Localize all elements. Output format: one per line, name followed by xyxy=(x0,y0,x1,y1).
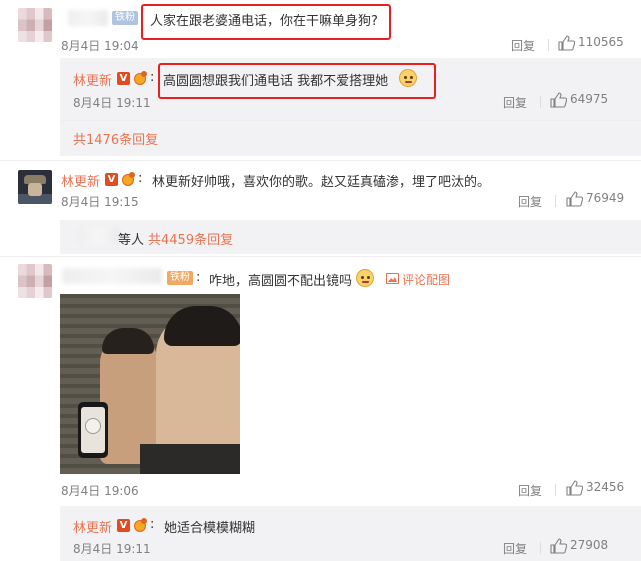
fan-badge: 铁粉 xyxy=(112,11,138,25)
like-button[interactable]: 76949 xyxy=(566,191,641,209)
reply-button[interactable]: 回复 xyxy=(503,94,527,111)
comment-photo[interactable] xyxy=(60,294,240,474)
like-count: 110565 xyxy=(578,35,624,49)
more-replies-link[interactable]: 共4459条回复 xyxy=(148,229,233,248)
reply-time: 8月4日 19:11 xyxy=(73,542,151,556)
more-replies-link[interactable]: 共1476条回复 xyxy=(73,129,158,148)
divider xyxy=(0,256,641,257)
reply-button[interactable]: 回复 xyxy=(518,193,542,210)
verified-badge: V xyxy=(117,72,130,85)
comment-text: 咋地，高圆圆不配出镜吗 xyxy=(209,274,353,289)
fan-badge: 铁粉 xyxy=(167,271,193,285)
verified-badge: V xyxy=(105,173,118,186)
like-button[interactable]: 27908 xyxy=(550,538,630,556)
divider xyxy=(540,542,541,554)
reply-button[interactable]: 回复 xyxy=(503,540,527,557)
vip-icon xyxy=(121,172,135,186)
vip-icon xyxy=(133,71,147,85)
comment-colon: : xyxy=(138,171,143,186)
thumbs-up-icon xyxy=(566,191,583,207)
like-button[interactable]: 110565 xyxy=(558,35,638,53)
reply-username[interactable]: 林更新 xyxy=(73,517,112,536)
vip-icon xyxy=(133,518,147,532)
reply-time: 8月4日 19:11 xyxy=(73,96,151,110)
like-count: 32456 xyxy=(586,480,625,494)
divider xyxy=(555,484,556,496)
like-button[interactable]: 32456 xyxy=(566,480,641,498)
username-blurred[interactable] xyxy=(68,10,108,26)
thumbs-up-icon xyxy=(550,92,567,108)
like-count: 76949 xyxy=(586,191,625,205)
comment-picture-link[interactable]: 评论配图 xyxy=(402,271,450,288)
divider xyxy=(548,39,549,51)
divider xyxy=(0,160,641,161)
comment-time: 8月4日 19:15 xyxy=(61,195,139,209)
avatar[interactable] xyxy=(18,8,52,42)
comment-colon: : xyxy=(196,270,201,285)
comment-time: 8月4日 19:04 xyxy=(61,39,139,53)
divider xyxy=(540,96,541,108)
reply-users-suffix: 等人 xyxy=(118,233,145,248)
reply-button[interactable]: 回复 xyxy=(518,482,542,499)
like-count: 27908 xyxy=(570,538,609,552)
reply-username[interactable]: 林更新 xyxy=(73,70,112,89)
highlight-box xyxy=(141,4,391,40)
verified-badge: V xyxy=(117,519,130,532)
highlight-box xyxy=(158,63,436,99)
reply-button[interactable]: 回复 xyxy=(511,37,535,54)
like-count: 64975 xyxy=(570,92,609,106)
comment-text: 林更新好帅哦，喜欢你的歌。赵又廷真磕渗，埋了吧汰的。 xyxy=(152,175,491,190)
thumbs-up-icon xyxy=(566,480,583,496)
avatar[interactable] xyxy=(18,264,52,298)
thumbs-up-icon xyxy=(550,538,567,554)
username-blurred[interactable] xyxy=(78,228,120,244)
reply-colon: : xyxy=(150,517,155,532)
reply-text: 她适合模模糊糊 xyxy=(164,521,256,536)
username[interactable]: 林更新 xyxy=(61,171,100,190)
doge-emoji-icon xyxy=(356,269,374,287)
username-blurred[interactable] xyxy=(62,268,162,284)
reply-colon: : xyxy=(150,70,155,85)
divider xyxy=(555,195,556,207)
thumbs-up-icon xyxy=(558,35,575,51)
avatar[interactable] xyxy=(18,170,52,204)
divider xyxy=(60,120,641,121)
like-button[interactable]: 64975 xyxy=(550,92,630,110)
image-icon xyxy=(386,273,399,284)
comment-time: 8月4日 19:06 xyxy=(61,484,139,498)
